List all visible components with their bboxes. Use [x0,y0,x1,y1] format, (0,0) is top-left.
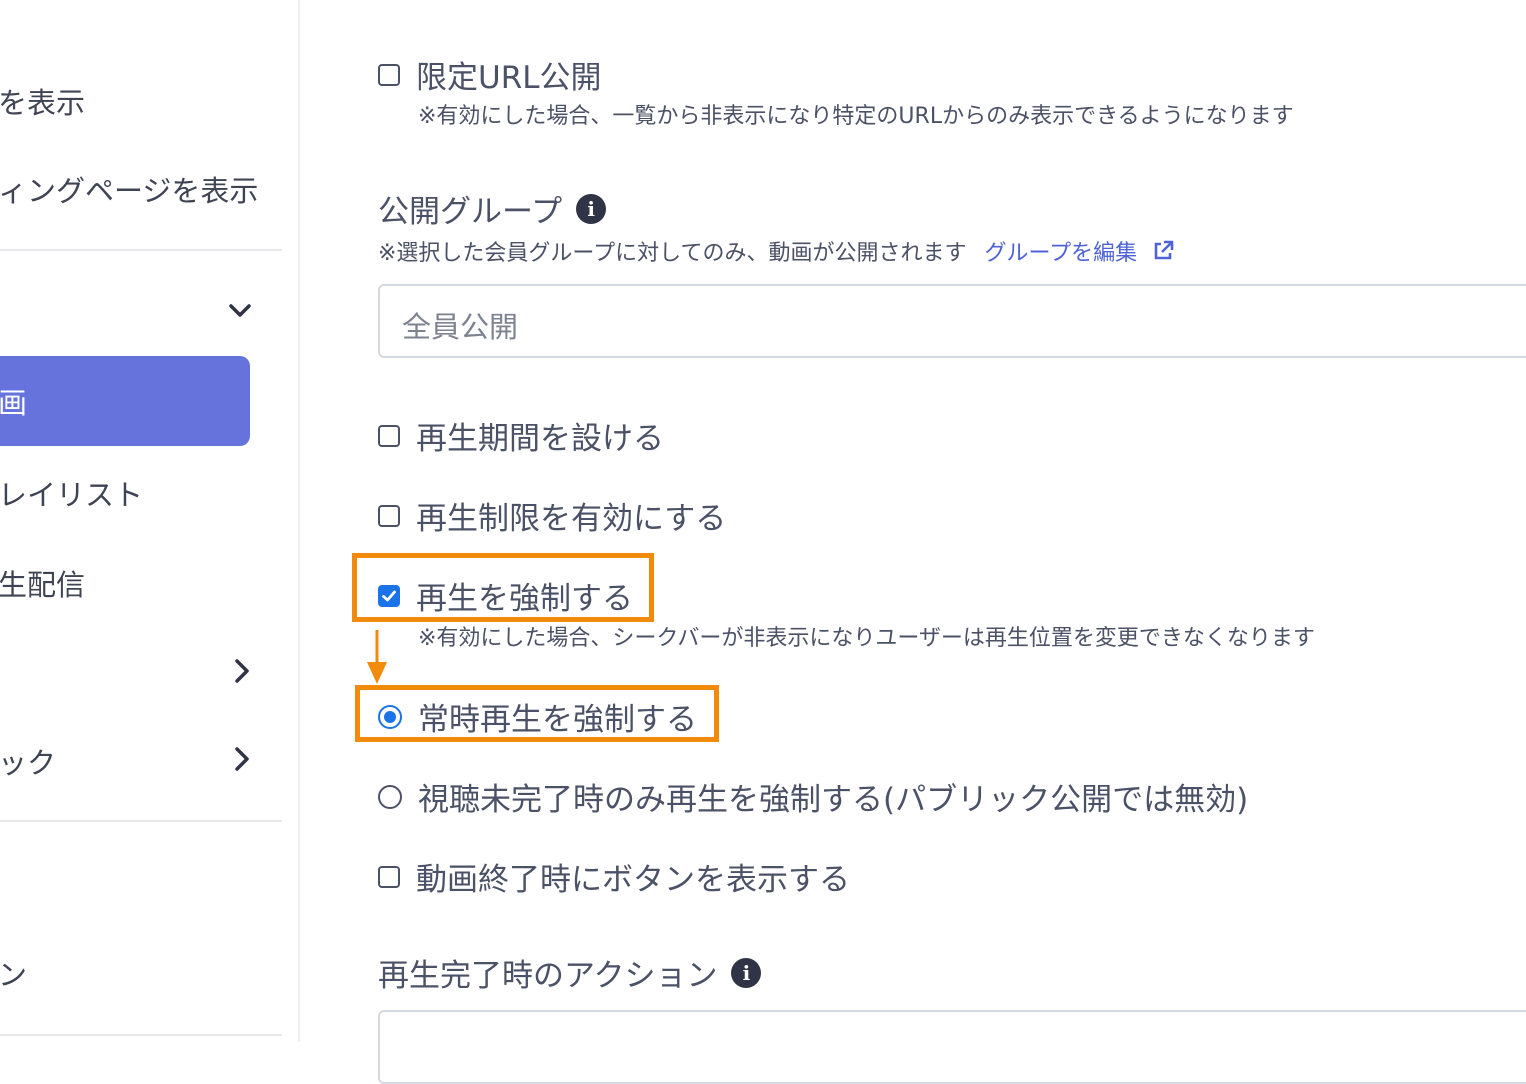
sidebar-item-label: 画 [0,386,28,420]
sidebar-divider [0,820,282,822]
public-group-heading: 公開グループ i [378,186,607,231]
info-icon[interactable]: i [576,193,607,224]
end-button-checkbox[interactable] [378,865,400,888]
sidebar-item-landing-page[interactable]: ィングページを表示 [0,168,258,210]
limited-url-label: 限定URL公開 [416,60,602,96]
external-link-icon [1154,240,1174,260]
sidebar-divider [0,249,282,251]
sidebar: を表示 ィングページを表示 画 レイリスト 生配信 ック ン [0,0,298,1042]
always-force-option[interactable]: 常時再生を強制する [378,694,697,739]
playback-limit-option[interactable]: 再生制限を有効にする [378,493,726,538]
force-playback-note: ※有効にした場合、シークバーが非表示になりユーザーは再生位置を変更できなくなりま… [418,626,1315,651]
limited-url-note: ※有効にした場合、一覧から非表示になり特定のURLからのみ表示できるようになりま… [418,104,1294,129]
playback-limit-checkbox[interactable] [378,504,400,527]
force-playback-label: 再生を強制する [416,581,633,617]
public-group-note: ※選択した会員グループに対してのみ、動画が公開されます [378,241,967,266]
always-force-label: 常時再生を強制する [418,702,697,738]
chevron-right-icon[interactable] [232,658,252,684]
radio-dot [384,710,396,723]
limited-url-checkbox[interactable] [378,63,400,86]
incomplete-only-radio[interactable] [378,784,402,809]
completion-action-title: 再生完了時のアクション [378,958,718,994]
force-playback-checkbox[interactable] [378,584,400,607]
checkmark-icon [382,590,396,601]
completion-action-select[interactable] [378,1010,1526,1084]
playback-period-option[interactable]: 再生期間を設ける [378,413,664,458]
info-icon[interactable]: i [731,957,762,988]
incomplete-only-label: 視聴未完了時のみ再生を強制する(パブリック公開では無効) [418,782,1249,818]
always-force-radio[interactable] [378,704,402,729]
public-group-select[interactable]: 全員公開 [378,284,1526,358]
end-button-label: 動画終了時にボタンを表示する [416,862,850,898]
playback-period-label: 再生期間を設ける [416,421,664,457]
limited-url-option[interactable]: 限定URL公開 [378,52,602,97]
force-playback-option[interactable]: 再生を強制する [378,573,633,618]
edit-group-link[interactable]: グループを編集 [984,235,1175,267]
public-group-note-row: ※選択した会員グループに対してのみ、動画が公開されます グループを編集 [378,235,1175,267]
incomplete-only-option[interactable]: 視聴未完了時のみ再生を強制する(パブリック公開では無効) [378,774,1248,819]
sidebar-item-videos[interactable]: 画 [0,356,250,446]
arrow-down-icon [367,630,387,684]
edit-group-label: グループを編集 [984,241,1138,266]
sidebar-item-design[interactable]: ン [0,952,27,994]
sidebar-item-show[interactable]: を表示 [0,80,85,122]
public-group-title: 公開グループ [378,194,563,230]
completion-action-heading: 再生完了時のアクション i [378,950,762,995]
chevron-down-icon[interactable] [228,300,252,322]
end-button-option[interactable]: 動画終了時にボタンを表示する [378,854,850,899]
sidebar-divider [0,1034,282,1036]
playback-period-checkbox[interactable] [378,424,400,447]
public-group-select-value: 全員公開 [402,310,519,344]
video-settings-form: 限定URL公開 ※有効にした場合、一覧から非表示になり特定のURLからのみ表示で… [300,0,1526,1084]
sidebar-item-analytics[interactable]: ック [0,740,56,782]
sidebar-item-playlist[interactable]: レイリスト [0,472,143,514]
chevron-right-icon[interactable] [232,746,252,772]
sidebar-item-live[interactable]: 生配信 [0,562,85,604]
playback-limit-label: 再生制限を有効にする [416,501,727,537]
